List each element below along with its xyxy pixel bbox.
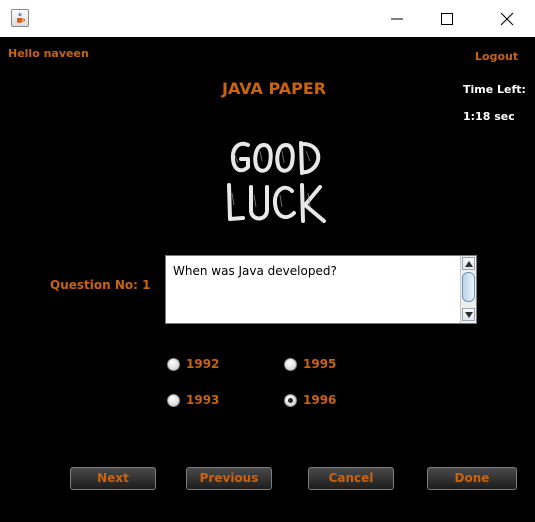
previous-button[interactable]: Previous (186, 467, 272, 490)
window-title-bar (0, 0, 535, 37)
time-left-value: 1:18 sec (463, 110, 515, 123)
scroll-thumb[interactable] (462, 272, 475, 302)
good-luck-banner (227, 141, 326, 223)
done-button[interactable]: Done (427, 467, 517, 490)
exam-panel: Hello naveen Logout JAVA PAPER Time Left… (0, 37, 535, 522)
option-radio-selected[interactable] (284, 394, 297, 407)
maximize-button[interactable] (424, 0, 470, 37)
time-left-label: Time Left: (463, 83, 526, 96)
cancel-button[interactable]: Cancel (308, 467, 394, 490)
option-label: 1995 (303, 357, 337, 371)
scroll-up-button[interactable] (462, 257, 475, 270)
option-label: 1992 (186, 357, 220, 371)
close-button[interactable] (484, 0, 530, 37)
minimize-button[interactable] (374, 0, 420, 37)
question-scrollbar[interactable] (460, 256, 476, 323)
arrow-down-icon (465, 312, 473, 318)
paper-title: JAVA PAPER (222, 79, 327, 98)
question-number-label: Question No: 1 (50, 278, 151, 292)
next-button[interactable]: Next (70, 467, 156, 490)
maximize-icon (441, 13, 453, 25)
arrow-up-icon (465, 261, 473, 267)
option-radio[interactable] (167, 394, 180, 407)
option-radio[interactable] (284, 358, 297, 371)
question-text-area[interactable]: When was Java developed? (165, 255, 477, 324)
greeting-label: Hello naveen (8, 47, 89, 60)
scroll-down-button[interactable] (462, 308, 475, 321)
option-label: 1996 (303, 393, 337, 407)
close-icon (500, 12, 514, 26)
logout-link[interactable]: Logout (475, 50, 518, 63)
question-text: When was Java developed? (173, 264, 337, 278)
minimize-icon (391, 18, 403, 20)
java-cup-icon[interactable] (11, 9, 29, 27)
option-radio[interactable] (167, 358, 180, 371)
option-label: 1993 (186, 393, 220, 407)
